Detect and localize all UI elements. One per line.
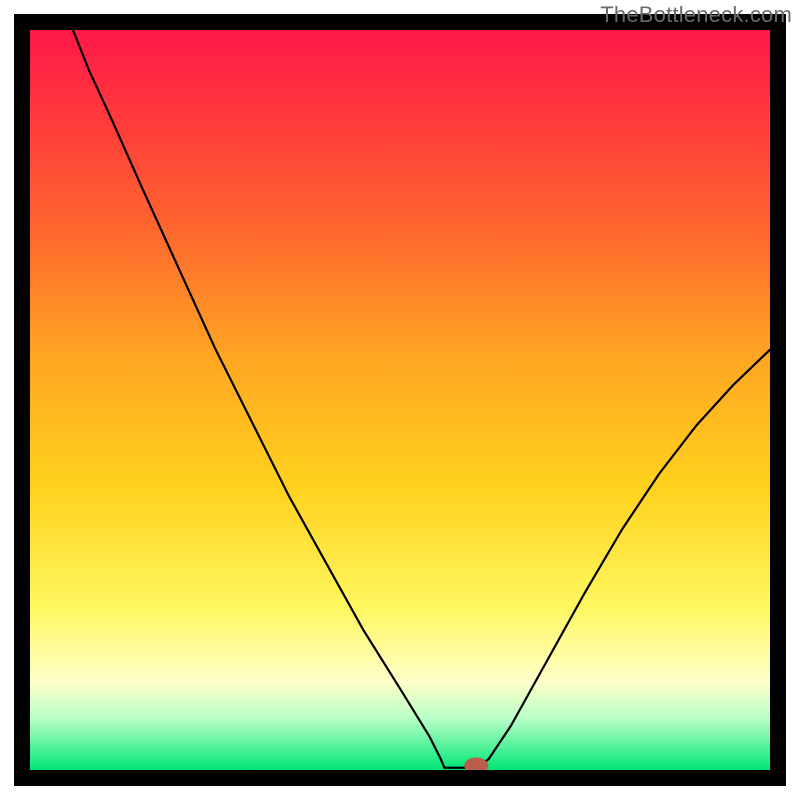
watermark-text: TheBottleneck.com [600,2,792,28]
plot-background-gradient [30,30,770,770]
bottleneck-plot [0,0,800,800]
chart-frame: TheBottleneck.com [0,0,800,800]
